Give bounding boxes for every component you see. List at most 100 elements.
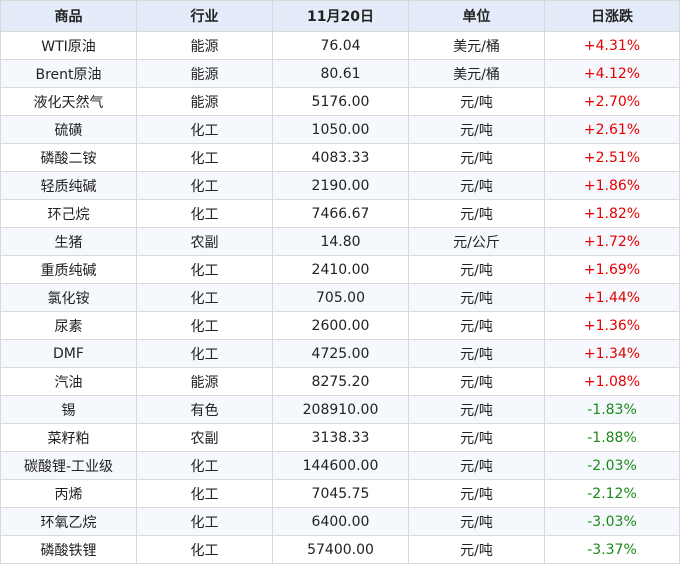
cell-commodity: 环氧乙烷 (0, 507, 137, 536)
cell-unit: 元/吨 (408, 339, 545, 368)
cell-price: 8275.20 (272, 367, 409, 396)
cell-price: 57400.00 (272, 535, 409, 564)
cell-price: 4725.00 (272, 339, 409, 368)
cell-unit: 美元/桶 (408, 31, 545, 60)
cell-industry: 能源 (136, 31, 273, 60)
cell-daily-change: +1.34% (544, 339, 680, 368)
cell-price: 7466.67 (272, 199, 409, 228)
cell-daily-change: -2.03% (544, 451, 680, 480)
cell-industry: 化工 (136, 535, 273, 564)
cell-commodity: 氯化铵 (0, 283, 137, 312)
cell-commodity: 锡 (0, 395, 137, 424)
table-row: 重质纯碱 化工 2410.00 元/吨 +1.69% (0, 255, 680, 284)
header-row: 商品 行业 11月20日 单位 日涨跌 (0, 0, 680, 32)
cell-price: 6400.00 (272, 507, 409, 536)
header-date-price: 11月20日 (272, 0, 409, 32)
cell-price: 1050.00 (272, 115, 409, 144)
cell-commodity: 轻质纯碱 (0, 171, 137, 200)
table-body: WTI原油 能源 76.04 美元/桶 +4.31% Brent原油 能源 80.61 美元/桶… (0, 31, 680, 564)
cell-commodity: 尿素 (0, 311, 137, 340)
cell-price: 2410.00 (272, 255, 409, 284)
table-row: 环氧乙烷 化工 6400.00 元/吨 -3.03% (0, 507, 680, 536)
cell-daily-change: +4.12% (544, 59, 680, 88)
cell-industry: 农副 (136, 227, 273, 256)
cell-unit: 元/吨 (408, 451, 545, 480)
cell-daily-change: -2.12% (544, 479, 680, 508)
cell-price: 80.61 (272, 59, 409, 88)
cell-unit: 元/吨 (408, 311, 545, 340)
cell-industry: 化工 (136, 311, 273, 340)
header-unit: 单位 (408, 0, 545, 32)
cell-industry: 化工 (136, 171, 273, 200)
cell-commodity: 碳酸锂-工业级 (0, 451, 137, 480)
cell-unit: 元/吨 (408, 423, 545, 452)
cell-commodity: 硫磺 (0, 115, 137, 144)
cell-daily-change: +4.31% (544, 31, 680, 60)
cell-commodity: DMF (0, 339, 137, 368)
cell-unit: 元/吨 (408, 283, 545, 312)
cell-unit: 元/吨 (408, 199, 545, 228)
cell-unit: 元/吨 (408, 479, 545, 508)
cell-daily-change: +2.70% (544, 87, 680, 116)
cell-daily-change: +1.86% (544, 171, 680, 200)
cell-industry: 化工 (136, 143, 273, 172)
cell-commodity: 重质纯碱 (0, 255, 137, 284)
table-row: DMF 化工 4725.00 元/吨 +1.34% (0, 339, 680, 368)
header-commodity: 商品 (0, 0, 137, 32)
cell-price: 3138.33 (272, 423, 409, 452)
cell-price: 2190.00 (272, 171, 409, 200)
cell-price: 4083.33 (272, 143, 409, 172)
cell-daily-change: +1.69% (544, 255, 680, 284)
cell-daily-change: +2.51% (544, 143, 680, 172)
cell-price: 705.00 (272, 283, 409, 312)
table-row: 氯化铵 化工 705.00 元/吨 +1.44% (0, 283, 680, 312)
table-row: 尿素 化工 2600.00 元/吨 +1.36% (0, 311, 680, 340)
cell-daily-change: +1.82% (544, 199, 680, 228)
cell-industry: 化工 (136, 115, 273, 144)
cell-daily-change: +1.44% (544, 283, 680, 312)
cell-unit: 元/吨 (408, 535, 545, 564)
cell-industry: 化工 (136, 451, 273, 480)
cell-industry: 化工 (136, 283, 273, 312)
table-row: 锡有色 208910.00 元/吨 -1.83% (0, 395, 680, 424)
cell-unit: 元/吨 (408, 367, 545, 396)
table-row: 磷酸铁锂 化工 57400.00 元/吨 -3.37% (0, 535, 680, 564)
cell-price: 7045.75 (272, 479, 409, 508)
cell-daily-change: -1.88% (544, 423, 680, 452)
cell-commodity: 磷酸二铵 (0, 143, 137, 172)
table-row: Brent原油 能源 80.61 美元/桶 +4.12% (0, 59, 680, 88)
cell-commodity: 丙烯 (0, 479, 137, 508)
table-row: 汽油 能源 8275.20 元/吨 +1.08% (0, 367, 680, 396)
table-row: 碳酸锂-工业级 化工 144600.00 元/吨 -2.03% (0, 451, 680, 480)
table-row: 环己烷 化工 7466.67 元/吨 +1.82% (0, 199, 680, 228)
cell-unit: 元/吨 (408, 255, 545, 284)
cell-unit: 元/吨 (408, 171, 545, 200)
cell-unit: 元/吨 (408, 115, 545, 144)
cell-daily-change: -3.03% (544, 507, 680, 536)
cell-industry: 能源 (136, 367, 273, 396)
cell-industry: 化工 (136, 199, 273, 228)
table-row: 生猪 农副 14.80 元/公斤 +1.72% (0, 227, 680, 256)
cell-commodity: 液化天然气 (0, 87, 137, 116)
cell-industry: 能源 (136, 87, 273, 116)
table-row: 菜籽粕 农副 3138.33 元/吨 -1.88% (0, 423, 680, 452)
cell-commodity: 生猪 (0, 227, 137, 256)
cell-industry: 有色 (136, 395, 273, 424)
cell-unit: 元/吨 (408, 507, 545, 536)
cell-daily-change: +1.36% (544, 311, 680, 340)
cell-price: 2600.00 (272, 311, 409, 340)
cell-commodity: 磷酸铁锂 (0, 535, 137, 564)
cell-daily-change: +2.61% (544, 115, 680, 144)
cell-industry: 化工 (136, 479, 273, 508)
cell-daily-change: -1.83% (544, 395, 680, 424)
cell-commodity: 环己烷 (0, 199, 137, 228)
cell-industry: 农副 (136, 423, 273, 452)
table-row: 丙烯 化工 7045.75 元/吨 -2.12% (0, 479, 680, 508)
table-row: 液化天然气 能源 5176.00 元/吨 +2.70% (0, 87, 680, 116)
cell-commodity: 汽油 (0, 367, 137, 396)
table-row: 硫磺 化工 1050.00 元/吨 +2.61% (0, 115, 680, 144)
commodity-price-table: 商品 行业 11月20日 单位 日涨跌 WTI原油 能源 76.04 美元/桶 +4.3… (0, 0, 680, 564)
cell-unit: 元/公斤 (408, 227, 545, 256)
cell-unit: 元/吨 (408, 395, 545, 424)
cell-unit: 元/吨 (408, 143, 545, 172)
